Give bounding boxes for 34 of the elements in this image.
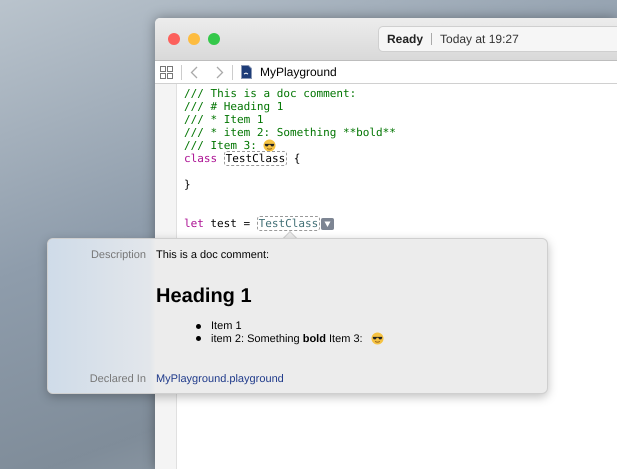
code-comment: /// Item 3: — [184, 139, 257, 152]
code-text: } — [184, 178, 191, 191]
description-label: Description — [90, 248, 147, 263]
list-item: item 2: Something bold Item 3: — [211, 332, 363, 344]
file-icon — [241, 65, 252, 79]
code-comment: /// This is a doc comment: — [184, 87, 356, 100]
minimize-button[interactable] — [188, 33, 200, 45]
code-keyword: let — [184, 217, 204, 230]
symbol-token[interactable]: TestClass — [256, 216, 320, 231]
grid-icon[interactable] — [160, 66, 173, 78]
sunglasses-face-icon — [263, 139, 276, 152]
code-comment: /// # Heading 1 — [184, 100, 284, 113]
zoom-button[interactable] — [208, 33, 220, 45]
dropdown-icon[interactable] — [320, 218, 334, 230]
file-name[interactable]: MyPlayground — [260, 65, 337, 79]
summary-text: This is a doc comment: — [156, 249, 270, 261]
bullet-icon — [196, 336, 201, 341]
sunglasses-face-icon — [370, 332, 384, 345]
back-icon[interactable] — [190, 66, 198, 78]
forward-icon[interactable] — [216, 66, 224, 78]
status-time: Today at 19:27 — [440, 32, 519, 46]
declared-in-label: Declared In — [88, 373, 147, 387]
code-text: { — [294, 152, 300, 165]
status-text: Ready — [387, 32, 424, 46]
list-item: Item 1 — [211, 320, 242, 332]
heading-text: Heading 1 — [156, 285, 253, 308]
code-text: test = — [210, 217, 250, 230]
bullet-icon — [196, 324, 201, 328]
code-keyword: class — [184, 152, 218, 165]
code-comment: /// * Item 1 — [184, 113, 264, 126]
declared-in-link[interactable]: MyPlayground.playground — [156, 373, 547, 393]
close-button[interactable] — [168, 33, 180, 45]
symbol-token[interactable]: TestClass — [224, 151, 288, 166]
code-comment: /// * item 2: Something **bold** — [184, 126, 396, 139]
